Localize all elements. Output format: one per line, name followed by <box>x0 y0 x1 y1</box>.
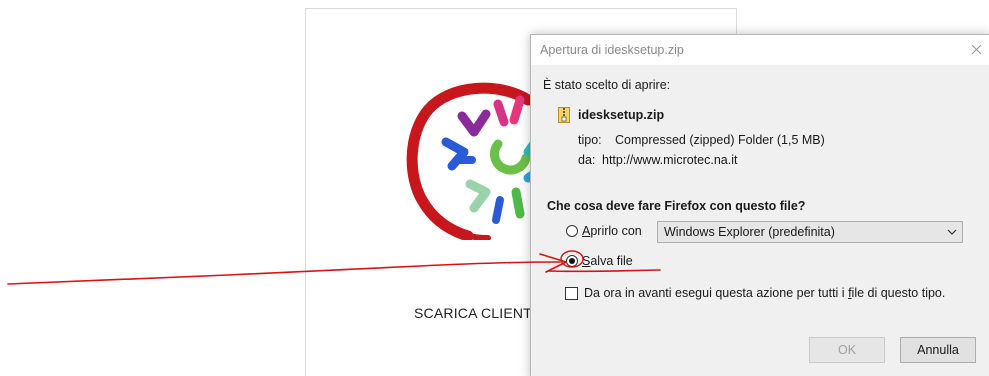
intro-text: È stato scelto di aprire: <box>543 78 671 92</box>
cancel-button[interactable]: Annulla <box>900 337 976 363</box>
file-type-label: tipo: <box>578 133 602 147</box>
open-with-label-rest: prirlo con <box>590 224 642 238</box>
chevron-down-icon <box>947 229 957 235</box>
remember-choice-checkbox[interactable] <box>565 287 578 300</box>
open-with-label[interactable]: Aprirlo con <box>582 224 642 238</box>
dialog-body: È stato scelto di aprire: idesksetup.zip… <box>531 65 989 376</box>
download-dialog: Apertura di idesksetup.zip È stato scelt… <box>530 34 989 376</box>
file-name: idesksetup.zip <box>578 108 665 122</box>
dialog-title: Apertura di idesksetup.zip <box>540 43 684 57</box>
download-client-caption[interactable]: SCARICA CLIENT <box>414 305 532 321</box>
close-icon <box>971 44 981 54</box>
zip-file-icon <box>558 107 570 123</box>
screenshot-stage: SCARICA CLIENT Apertura di idesksetup.zi… <box>0 0 989 376</box>
save-file-label-rest: alva file <box>590 254 633 268</box>
save-file-radio[interactable] <box>566 255 578 267</box>
save-file-label[interactable]: Salva file <box>582 254 633 268</box>
ok-button[interactable]: OK <box>809 337 885 363</box>
remember-choice-label[interactable]: Da ora in avanti esegui questa azione pe… <box>584 286 945 300</box>
file-type-value: Compressed (zipped) Folder (1,5 MB) <box>615 133 825 147</box>
remember-label-before: Da ora in avanti esegui questa azione pe… <box>584 286 849 300</box>
close-button[interactable] <box>964 37 988 61</box>
action-question: Che cosa deve fare Firefox con questo fi… <box>547 199 806 213</box>
open-with-radio[interactable] <box>566 225 578 237</box>
file-source-value: http://www.microtec.na.it <box>602 153 738 167</box>
file-source-label: da: <box>578 153 596 167</box>
open-with-app-value: Windows Explorer (predefinita) <box>664 225 835 239</box>
dialog-titlebar[interactable]: Apertura di idesksetup.zip <box>531 35 989 65</box>
radio-selected-dot <box>569 258 575 264</box>
open-with-app-select[interactable]: Windows Explorer (predefinita) <box>657 221 963 243</box>
remember-label-after: ile di questo tipo. <box>851 286 946 300</box>
